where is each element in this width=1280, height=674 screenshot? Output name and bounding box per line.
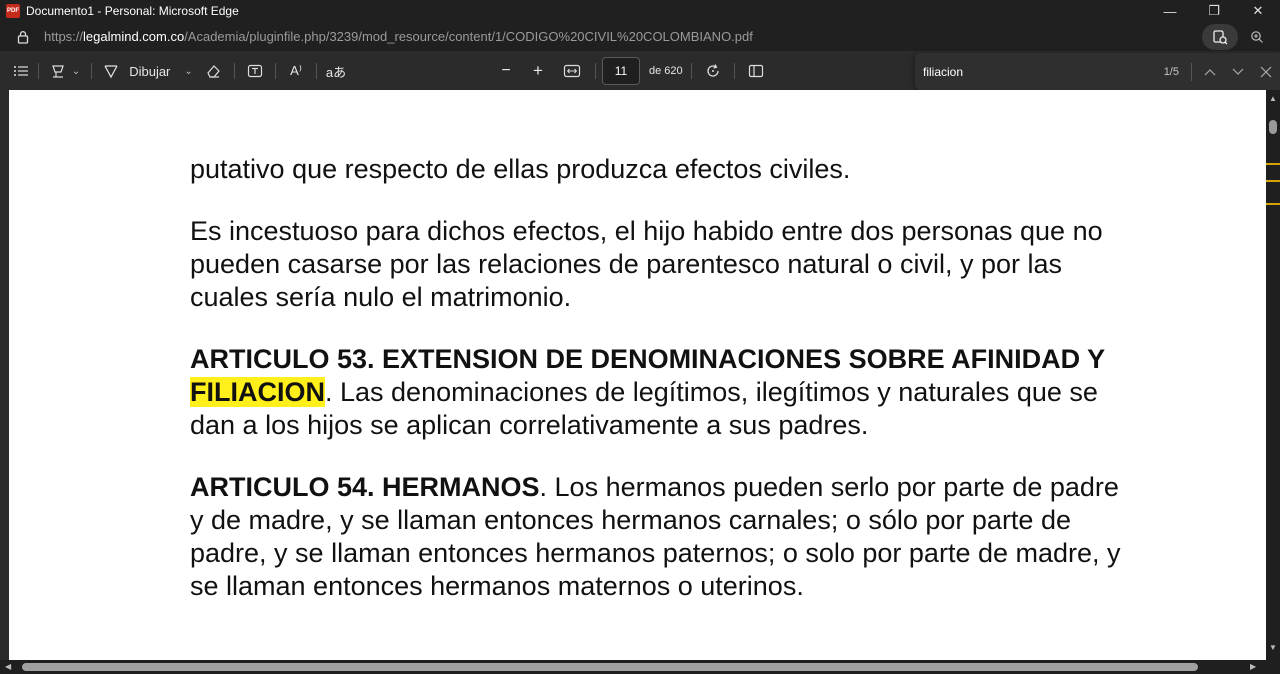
find-divider	[1190, 62, 1192, 81]
toolbar-divider	[690, 63, 692, 79]
contents-button[interactable]	[10, 56, 32, 86]
window-title: Documento1 - Personal: Microsoft Edge	[26, 4, 239, 18]
translate-button[interactable]: aあ	[323, 56, 349, 86]
toolbar-divider	[316, 63, 317, 79]
toolbar-divider	[38, 63, 39, 79]
page-count: de 620	[649, 65, 683, 77]
eraser-icon	[207, 65, 220, 78]
article-54-heading: ARTICULO 54. HERMANOS	[190, 472, 540, 502]
find-close-button[interactable]	[1252, 57, 1280, 87]
read-aloud-button[interactable]: A⁾	[282, 56, 310, 86]
document-text: putativo que respecto de ellas produzca …	[190, 153, 1130, 632]
scroll-left-arrow-icon[interactable]: ◀	[5, 662, 11, 671]
article-54: ARTICULO 54. HERMANOS. Los hermanos pued…	[190, 471, 1130, 603]
find-match-count: 1/5	[1163, 65, 1179, 78]
restore-button[interactable]: ❐	[1192, 0, 1236, 22]
draw-label: Dibujar	[129, 63, 171, 79]
scroll-right-arrow-icon[interactable]: ▶	[1250, 662, 1256, 671]
pdf-app-icon: PDF	[6, 4, 20, 18]
toolbar-divider	[595, 63, 596, 79]
search-result-marker	[1266, 163, 1280, 165]
lock-icon[interactable]	[16, 30, 30, 44]
toolbar-divider	[234, 63, 235, 79]
page-number-input[interactable]: 11	[602, 57, 640, 85]
toolbar-divider	[733, 63, 735, 79]
toolbar-divider	[275, 63, 276, 79]
search-result-marker	[1266, 203, 1280, 205]
page-view-button[interactable]	[741, 56, 771, 86]
search-highlight: FILIACION	[190, 377, 325, 407]
find-input[interactable]	[915, 53, 1150, 90]
horizontal-scroll-thumb[interactable]	[22, 663, 1198, 671]
scroll-down-arrow-icon[interactable]: ▼	[1269, 643, 1277, 652]
fit-width-button[interactable]	[555, 56, 589, 86]
minimize-button[interactable]: —	[1148, 0, 1192, 22]
article-53-text: . Las denominaciones de legítimos, ilegí…	[190, 377, 1098, 440]
search-result-marker	[1266, 180, 1280, 182]
toolbar-divider	[91, 63, 92, 79]
erase-button[interactable]	[198, 56, 228, 86]
url-path: /Academia/pluginfile.php/3239/mod_resour…	[184, 29, 753, 44]
title-bar: PDF Documento1 - Personal: Microsoft Edg…	[0, 0, 1280, 22]
zoom-icon	[1251, 31, 1263, 43]
url-field[interactable]: https://legalmind.com.co/Academia/plugin…	[44, 29, 753, 44]
paragraph: Es incestuoso para dichos efectos, el hi…	[190, 216, 1103, 312]
article-53: ARTICULO 53. EXTENSION DE DENOMINACIONES…	[190, 343, 1130, 442]
reader-icon	[1213, 30, 1228, 45]
article-53-heading: ARTICULO 53. EXTENSION DE DENOMINACIONES…	[190, 344, 1105, 374]
url-host: legalmind.com.co	[83, 29, 185, 44]
vertical-scroll-thumb[interactable]	[1269, 120, 1277, 134]
draw-button[interactable]: Dibujar ⌄	[98, 56, 198, 86]
paragraph: putativo que respecto de ellas produzca …	[190, 154, 851, 184]
close-icon	[1260, 66, 1272, 77]
text-box-icon	[247, 64, 263, 78]
list-icon	[14, 66, 28, 76]
pdf-page: putativo que respecto de ellas produzca …	[9, 90, 1266, 660]
find-previous-button[interactable]	[1196, 57, 1224, 87]
zoom-out-button[interactable]: −	[491, 56, 521, 86]
address-bar: https://legalmind.com.co/Academia/plugin…	[0, 22, 1280, 52]
page-view-icon	[748, 64, 763, 78]
rotate-icon	[707, 64, 719, 77]
chevron-up-icon	[1204, 68, 1216, 75]
translate-icon: aあ	[325, 64, 347, 80]
highlight-button[interactable]: ⌄	[45, 56, 85, 86]
pdf-viewer: putativo que respecto de ellas produzca …	[0, 90, 1280, 674]
horizontal-scrollbar[interactable]: ◀ ▶	[0, 660, 1280, 674]
highlighter-icon	[51, 65, 64, 78]
zoom-button[interactable]	[1244, 24, 1270, 50]
fit-width-icon	[563, 64, 581, 78]
zoom-in-button[interactable]: +	[521, 56, 555, 86]
immersive-reader-button[interactable]	[1202, 24, 1238, 50]
window-controls: — ❐ ✕	[1148, 0, 1280, 22]
address-actions	[1202, 24, 1270, 50]
pen-icon	[104, 65, 118, 79]
chevron-down-icon	[1232, 68, 1244, 75]
vertical-scrollbar[interactable]: ▲ ▼	[1266, 90, 1280, 660]
find-next-button[interactable]	[1224, 57, 1252, 87]
add-text-button[interactable]	[241, 56, 269, 86]
read-aloud-icon: A⁾	[290, 63, 302, 78]
chevron-down-icon: ⌄	[71, 65, 81, 77]
rotate-button[interactable]	[698, 56, 728, 86]
url-scheme: https://	[44, 29, 84, 44]
close-window-button[interactable]: ✕	[1236, 0, 1280, 22]
scroll-up-arrow-icon[interactable]: ▲	[1269, 94, 1277, 103]
chevron-down-icon: ⌄	[184, 65, 193, 77]
find-bar: 1/5	[915, 53, 1280, 90]
